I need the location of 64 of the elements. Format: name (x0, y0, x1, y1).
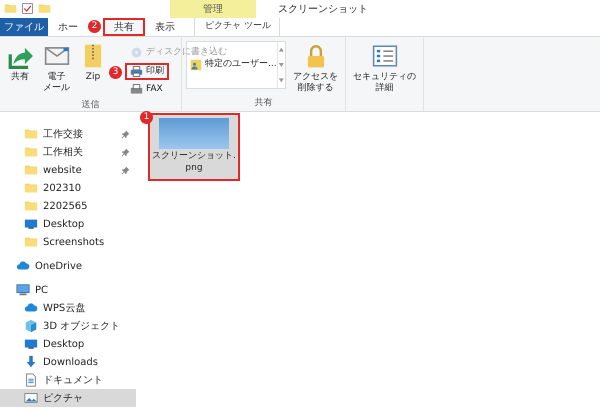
download-arrow-icon (24, 355, 38, 369)
computer-icon (16, 283, 30, 297)
ribbon-tab[interactable]: 表示 (145, 18, 185, 36)
disc-icon (130, 46, 143, 60)
ribbon-tab[interactable]: 共有 (103, 18, 145, 36)
nav-item[interactable]: 202310 (0, 179, 136, 197)
monitor-icon (24, 217, 38, 231)
nav-item[interactable]: 工作相关 (0, 143, 136, 161)
folder-icon (4, 2, 17, 15)
folder-icon (24, 163, 38, 177)
nav-item[interactable]: ピクチャ (0, 389, 136, 407)
pin-icon (121, 166, 130, 174)
file-item[interactable]: スクリーンショット. png (148, 113, 240, 181)
document-icon (24, 373, 38, 387)
scroll-up-icon[interactable] (278, 48, 284, 52)
nav-item[interactable]: OneDrive (0, 257, 136, 275)
nav-item[interactable]: 工作交接 (0, 125, 136, 143)
people-icon (190, 59, 202, 71)
folder-icon (24, 199, 38, 213)
folder-icon (24, 235, 38, 249)
context-tab-group-label: 管理 (170, 0, 256, 18)
nav-item[interactable]: ドキュメント (0, 371, 136, 389)
pin-icon (121, 148, 130, 156)
ribbon-button[interactable]: アクセスを 削除する (290, 41, 341, 97)
ribbon-button[interactable]: 電子 メール (40, 41, 73, 98)
folder-icon (24, 145, 38, 159)
step-number-badge: 1 (140, 111, 153, 124)
fax-machine-icon (130, 83, 143, 96)
picture-icon (24, 391, 38, 405)
scroll-down-icon[interactable] (278, 62, 284, 67)
step-number-badge: 2 (88, 20, 101, 33)
nav-item[interactable]: 3D オブジェクト (0, 317, 136, 335)
checklist-icon (372, 43, 398, 69)
ribbon-button[interactable]: 印刷 (125, 62, 169, 80)
ribbon-button[interactable]: Zip (77, 41, 109, 98)
ribbon-button[interactable]: FAX (125, 81, 168, 98)
ribbon-tab[interactable]: ホー (48, 18, 88, 36)
checkbox-icon (21, 2, 34, 15)
window-title: スクリーンショット (277, 2, 368, 16)
nav-item[interactable]: website (0, 161, 136, 179)
ribbon-tab[interactable]: ファイル (0, 18, 48, 36)
nav-item[interactable]: Desktop (0, 335, 136, 353)
folder-icon (24, 127, 38, 141)
nav-item[interactable]: 2202565 (0, 197, 136, 215)
ribbon-button[interactable]: セキュリティの 詳細 (350, 41, 419, 97)
folder-icon (24, 181, 38, 195)
group-label: 共有 (254, 97, 274, 110)
pin-icon (121, 130, 130, 138)
nav-item[interactable]: Screenshots (0, 233, 136, 251)
folder-icon (38, 2, 51, 15)
nav-item[interactable]: WPS云盘 (0, 299, 136, 317)
nav-item[interactable]: PC (0, 281, 136, 299)
nav-item[interactable]: Desktop (0, 215, 136, 233)
ribbon-button[interactable]: 共有 (4, 41, 36, 98)
monitor-icon (24, 337, 38, 351)
step-number-badge: 3 (109, 66, 122, 78)
image-thumbnail (159, 118, 229, 149)
ribbon-tab[interactable]: ピクチャ ツール (194, 18, 280, 36)
printer-icon (130, 64, 143, 78)
nav-item[interactable]: Downloads (0, 353, 136, 371)
group-label: 送信 (80, 98, 100, 112)
cube-icon (24, 319, 38, 333)
scroll-more-icon[interactable] (278, 78, 284, 82)
gallery-item[interactable]: 特定のユーザー... (190, 58, 277, 72)
